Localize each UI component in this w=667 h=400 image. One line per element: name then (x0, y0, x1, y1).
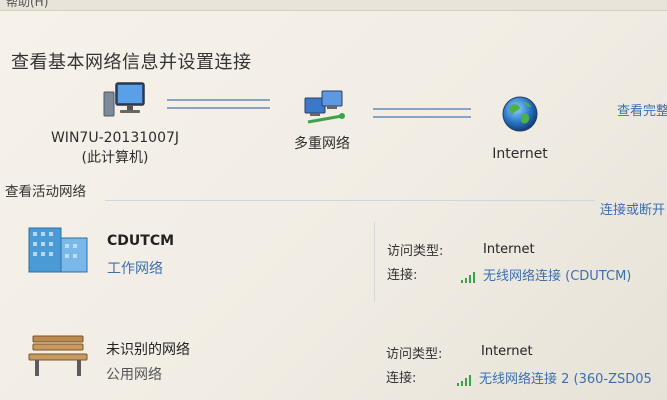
network-2-access-label: 访问类型: (386, 347, 443, 362)
network-2-connection-text: 无线网络连接 2 (360-ZSD05 (479, 372, 652, 387)
network-1-name: CDUTCM (107, 233, 175, 249)
connector-line-2 (373, 108, 471, 118)
internet-node[interactable]: Internet (485, 94, 555, 164)
menu-bar: 帮助(H) (0, 0, 667, 11)
network-2-access-value: Internet (481, 344, 533, 359)
page-title: 查看基本网络信息并设置连接 (11, 52, 252, 73)
connect-or-disconnect-link[interactable]: 连接或断开 (600, 199, 665, 218)
active-networks-title: 查看活动网络 (5, 184, 86, 200)
network-1-access-label: 访问类型: (387, 244, 444, 259)
network-2-conn-label: 连接: (386, 371, 417, 386)
view-full-map-link[interactable]: 查看完整 (617, 100, 667, 119)
network-1-type-link[interactable]: 工作网络 (107, 258, 163, 278)
network-2-name: 未识别的网络 (106, 342, 190, 358)
multiple-networks-node[interactable]: 多重网络 (282, 88, 362, 154)
network-1-access-value: Internet (483, 242, 535, 257)
computer-name: WIN7U-20131007J (50, 130, 180, 146)
network-1-connection-link[interactable]: 无线网络连接 (CDUTCM) (461, 265, 631, 284)
work-network-icon[interactable] (27, 222, 91, 274)
multiple-networks-icon (304, 90, 345, 124)
globe-icon (502, 96, 538, 132)
connector-line-1 (167, 99, 270, 109)
multiple-networks-label: 多重网络 (294, 136, 350, 152)
computer-sub: (此计算机) (81, 150, 149, 166)
bench-icon[interactable] (27, 330, 89, 380)
section-divider (105, 200, 595, 201)
wifi-signal-icon (457, 374, 471, 386)
network-2-type[interactable]: 公用网络 (106, 364, 162, 384)
network-1-connection-text: 无线网络连接 (CDUTCM) (483, 269, 632, 284)
computer-icon (103, 82, 145, 117)
wifi-signal-icon (461, 271, 475, 283)
menu-help[interactable]: 帮助(H) (6, 0, 48, 10)
internet-label: Internet (492, 146, 548, 162)
network-2-connection-link[interactable]: 无线网络连接 2 (360-ZSD05 (457, 368, 652, 387)
computer-node: WIN7U-20131007J (此计算机) (30, 80, 200, 168)
vertical-divider (374, 222, 375, 302)
network-1-conn-label: 连接: (387, 268, 418, 283)
